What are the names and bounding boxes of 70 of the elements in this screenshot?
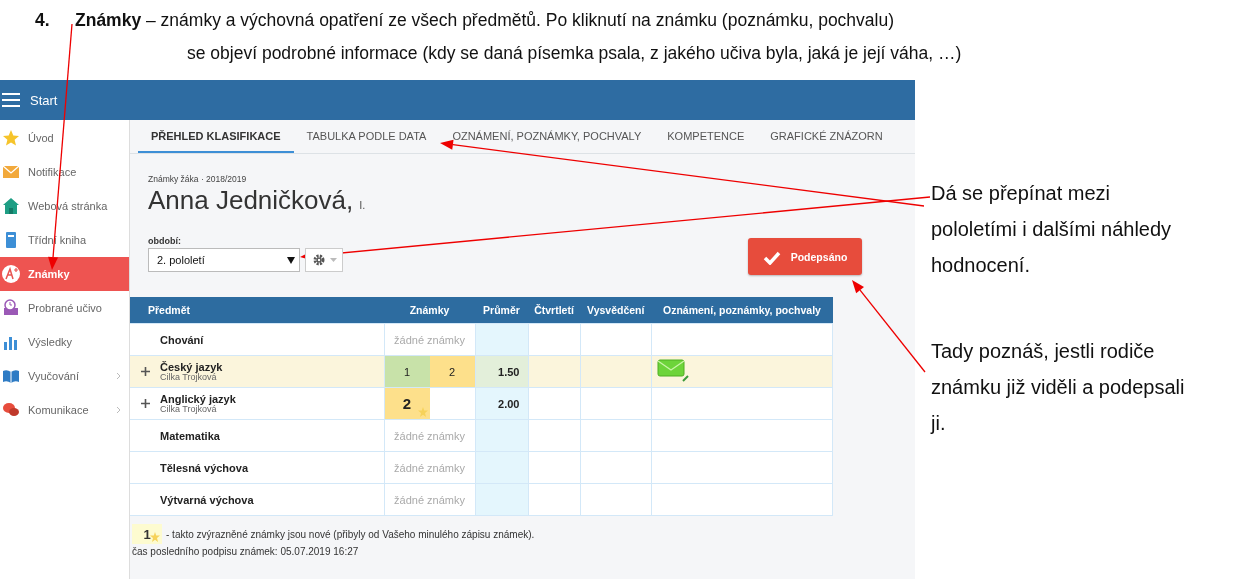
sidebar-item[interactable]: Vyučování (0, 359, 129, 393)
subject-name: Výtvarná výchova (160, 493, 254, 506)
empty-text: žádné známky (393, 429, 466, 442)
annotation-text: Dá se přepínat mezi pololetími i dalšími náhledy hodnocení. (931, 181, 1173, 278)
star-icon (417, 407, 428, 417)
table-row[interactable]: Matematika žádné známky (130, 419, 833, 452)
caret-icon (329, 258, 337, 262)
chat-icon (2, 401, 20, 419)
plus-icon (140, 367, 150, 376)
column-header: Známky (384, 297, 475, 324)
tab[interactable]: KOMPETENCE (654, 120, 758, 153)
empty-text: žádné známky (393, 493, 466, 506)
heading-text: se objeví podrobné informace (kdy se daná písemka psala, z jakého učiva byla, jaká je její váha, …) (186, 42, 962, 65)
average-value: 2.00 (498, 397, 520, 410)
subject-name: Anglický jazyk (160, 393, 236, 405)
heading-text: Známky – známky a výchovná opatření ze všech předmětů. Po kliknutí na známku (poznámku, pochvalu) (75, 9, 896, 32)
envelope-icon (656, 359, 689, 382)
settings-icon (311, 253, 326, 267)
class-label: I. (359, 199, 366, 211)
student-name: Anna Jedničková, (148, 185, 354, 216)
tab[interactable]: OZNÁMENÍ, POZNÁMKY, POCHVALY (439, 120, 655, 153)
empty-text: žádné známky (393, 461, 466, 474)
subject-name: Matematika (160, 429, 220, 442)
chevron-icon (116, 372, 121, 380)
column-header: Čtvrtletí (528, 297, 581, 324)
star-icon (2, 129, 20, 147)
table-row[interactable]: Český jazyk Cilka Trojková 1 2 1.50 (130, 355, 833, 388)
column-header: Předmět (130, 297, 384, 324)
menu-icon (2, 92, 20, 108)
average-value: 1.50 (498, 365, 520, 378)
teacher-name: Cilka Trojková (160, 373, 217, 382)
settings-button[interactable] (305, 248, 343, 272)
tab[interactable]: TABULKA PODLE DATA (293, 120, 440, 153)
signature-time: čas posledního podpisu známek: 05.07.2019 16:27 (132, 546, 360, 557)
empty-text: žádné známky (393, 333, 466, 346)
period-select[interactable]: 2. pololetí (148, 248, 300, 272)
signed-button[interactable]: Podepsáno (748, 238, 862, 275)
sidebar-item[interactable]: Úvod (0, 121, 129, 155)
sidebar-item[interactable]: Probrané učivo (0, 291, 129, 325)
subject-name: Chování (160, 333, 204, 346)
chevron-icon (116, 406, 121, 414)
grade-icon (2, 265, 20, 283)
grade-chip[interactable]: 1 (384, 356, 430, 387)
table-row[interactable]: Tělesná výchova žádné známky (130, 451, 833, 484)
plus-icon (140, 399, 150, 408)
table-row[interactable]: Anglický jazyk Cilka Trojková 2 2.00 (130, 387, 833, 420)
section-number: 4. (35, 9, 51, 32)
table-row[interactable]: Výtvarná výchova žádné známky (130, 483, 833, 516)
subject-name: Český jazyk (160, 361, 223, 373)
subject-name: Tělesná výchova (160, 461, 249, 474)
app-title[interactable]: Start (30, 92, 58, 108)
column-header: Průměr (475, 297, 528, 324)
caption-text: Známky žáka · 2018/2019 (148, 174, 248, 184)
teacher-name: Cilka Trojková (160, 405, 217, 414)
column-header: Oznámení, poznámky, pochvaly (651, 297, 833, 324)
sidebar-item[interactable]: Výsledky (0, 325, 129, 359)
tab[interactable]: GRAFICKÉ ZNÁZORN (757, 120, 896, 153)
grade-chip[interactable]: 2 (384, 388, 430, 419)
column-header: Vysvědčení (580, 297, 652, 324)
table-row[interactable]: Chování žádné známky (130, 323, 833, 356)
caret-icon (287, 256, 295, 264)
legend-text: - takto zvýrazněné známky jsou nové (přibyly od Vašeho minulého zápisu známek). (166, 528, 535, 540)
field-label: období: (148, 236, 182, 246)
star-icon (150, 532, 160, 542)
annotation-text: Tady poznáš, jestli rodiče známku již viděli a podepsali ji. (931, 339, 1186, 436)
grade-sample: 1 (132, 524, 162, 544)
tab[interactable]: PŘEHLED KLASIFIKACE (138, 120, 294, 153)
sidebar-item[interactable]: Komunikace (0, 393, 129, 427)
grade-chip[interactable]: 2 (429, 356, 475, 387)
house-icon (2, 197, 20, 215)
